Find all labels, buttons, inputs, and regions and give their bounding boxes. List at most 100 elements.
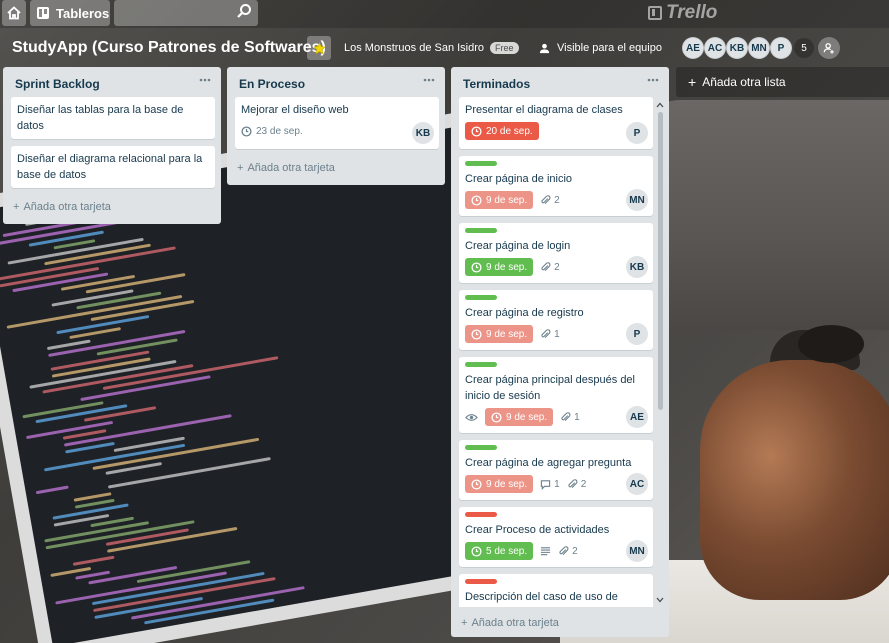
code-line-decoration [83,406,156,422]
list-menu-icon[interactable] [197,73,213,87]
list-title[interactable]: Terminados [463,77,530,91]
card-label-red[interactable] [465,512,497,517]
list-title[interactable]: Sprint Backlog [15,77,100,91]
card-title: Diseñar las tablas para la base de datos [17,104,184,132]
attachments-badge: 2 [540,262,560,273]
due-date-badge[interactable]: 20 de sep. [465,122,539,140]
card-badges: 23 de sep. [241,122,433,140]
card-member-avatar[interactable]: KB [412,122,434,144]
boards-button[interactable]: Tableros [30,0,110,26]
list-header: Sprint Backlog [3,67,221,97]
free-badge: Free [490,42,519,54]
card-label-green[interactable] [465,445,497,450]
clock-icon [471,261,482,273]
card-title: Crear página de login [465,240,571,252]
visibility-button[interactable]: Visible para el equipo [532,36,668,60]
team-button[interactable]: Los Monstruos de San Isidro Free [338,36,525,60]
card-label-green[interactable] [465,228,497,233]
card-member-avatar[interactable]: KB [626,256,648,278]
card[interactable]: Mejorar el diseño web 23 de sep. KB [235,97,439,149]
member-count-badge[interactable]: 5 [794,38,814,58]
card-member-avatar[interactable]: MN [626,189,648,211]
member-avatar[interactable]: AE [682,37,704,59]
paperclip-icon [559,545,569,555]
card-title: Crear página de agregar pregunta [465,457,632,469]
list-header: En Proceso [227,67,445,97]
plus-icon: + [237,162,244,174]
star-icon [312,41,326,54]
list-menu-icon[interactable] [645,73,661,87]
card-member-avatar[interactable]: AE [626,406,648,428]
card-member-avatar[interactable]: AC [626,473,648,495]
list-scrollbar[interactable] [654,100,666,605]
scroll-up-icon[interactable] [655,100,665,110]
list-en-proceso: En Proceso Mejorar el diseño web 23 de s… [227,67,445,185]
card-member-avatar[interactable]: P [626,323,648,345]
member-avatar[interactable]: MN [748,37,770,59]
star-button[interactable] [307,36,331,60]
card[interactable]: Crear página principal después del inici… [459,357,653,433]
add-list-label: Añada otra lista [702,75,786,89]
team-name: Los Monstruos de San Isidro [344,42,485,54]
add-card-button[interactable]: + Añada otra tarjeta [3,195,221,219]
card-label-green[interactable] [465,295,497,300]
comment-icon [540,479,551,490]
card-label-green[interactable] [465,161,497,166]
home-icon [7,6,21,20]
member-avatar[interactable]: AC [704,37,726,59]
list-sprint-backlog: Sprint Backlog Diseñar las tablas para l… [3,67,221,224]
add-card-button[interactable]: + Añada otra tarjeta [227,156,445,180]
invite-button[interactable] [818,37,840,59]
list-menu-icon[interactable] [421,73,437,87]
card[interactable]: Crear página de inicio 9 de sep. 2 MN [459,156,653,216]
card[interactable]: Presentar el diagrama de clases 20 de se… [459,97,653,149]
member-avatar[interactable]: P [770,37,792,59]
card-title: Crear página principal después del inici… [465,374,635,402]
card[interactable]: Diseñar las tablas para la base de datos [11,97,215,139]
trello-logo-icon [648,6,662,20]
card-title: Descripción del caso de uso de [465,591,618,603]
trello-logo-text: Trello [666,2,718,23]
card[interactable]: Crear página de login 9 de sep. 2 KB [459,223,653,283]
board-members: AE AC KB MN P 5 [682,37,814,59]
card[interactable]: Descripción del caso de uso de [459,574,653,607]
card[interactable]: Diseñar el diagrama relacional para la b… [11,146,215,188]
eye-icon [465,413,478,421]
add-list-button[interactable]: + Añada otra lista [676,67,889,97]
list-title[interactable]: En Proceso [239,77,305,91]
card-title: Diseñar el diagrama relacional para la b… [17,153,203,181]
paperclip-icon [541,194,551,204]
attachments-badge: 2 [558,546,578,557]
card-label-red[interactable] [465,579,497,584]
plus-icon: + [688,74,697,90]
search-icon[interactable] [236,3,252,19]
board-title[interactable]: StudyApp (Curso Patrones de Softwares) [12,39,326,57]
due-date-badge[interactable]: 9 de sep. [465,325,534,343]
add-card-button[interactable]: + Añada otra tarjeta [451,611,559,635]
visibility-label: Visible para el equipo [557,42,662,54]
card[interactable]: Crear página de registro 9 de sep. 1 P [459,290,653,350]
add-card-label: Añada otra tarjeta [471,617,559,629]
scroll-down-icon[interactable] [655,595,665,605]
due-date-badge[interactable]: 9 de sep. [485,408,554,426]
card-title: Crear página de inicio [465,173,573,185]
attachments-badge: 2 [567,478,586,490]
comments-badge: 1 [540,479,560,490]
card-member-avatar[interactable]: MN [626,540,648,562]
due-date-badge[interactable]: 9 de sep. [465,475,534,493]
member-avatar[interactable]: KB [726,37,748,59]
trello-logo[interactable]: Trello [648,2,717,24]
due-date-badge[interactable]: 9 de sep. [465,191,534,209]
top-bar: Tableros Trello [0,0,889,28]
card-list-scroll-area[interactable]: Presentar el diagrama de clases 20 de se… [451,97,653,607]
home-button[interactable] [2,0,26,26]
card-badges: 9 de sep. 2 [465,258,647,276]
card-member-avatar[interactable]: P [626,122,648,144]
due-date-badge[interactable]: 9 de sep. [465,258,534,276]
scroll-thumb[interactable] [658,112,663,410]
card-label-green[interactable] [465,362,497,367]
paperclip-icon [568,478,578,488]
card[interactable]: Crear página de agregar pregunta 9 de se… [459,440,653,500]
due-date-badge[interactable]: 5 de sep. [465,542,534,560]
card[interactable]: Crear Proceso de actividades 5 de sep. 2… [459,507,653,567]
